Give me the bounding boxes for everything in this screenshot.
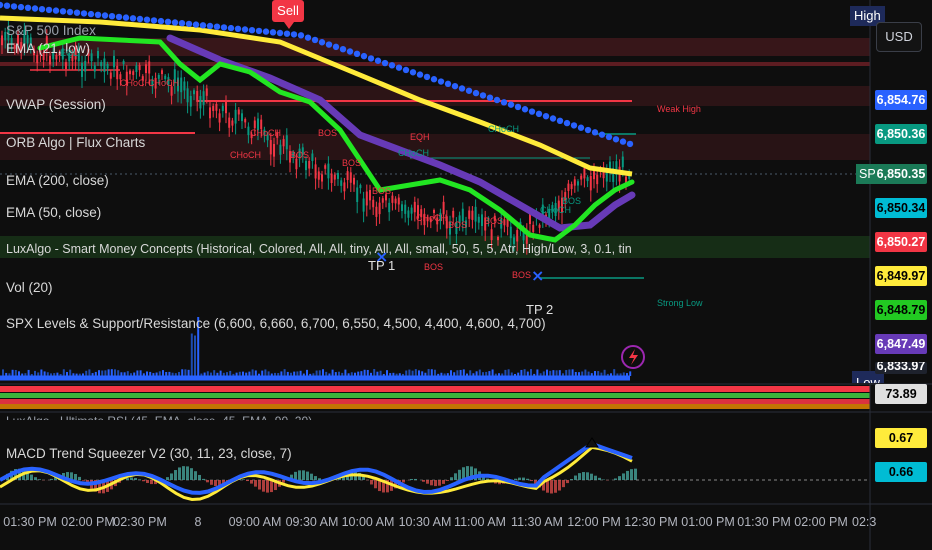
time-axis-label: 09:00 AM xyxy=(228,515,282,529)
smc-label: CHoCH xyxy=(398,148,430,158)
time-axis-label: 10:00 AM xyxy=(341,515,395,529)
smc-label: CHoCH xyxy=(120,78,152,88)
smc-label: CHoCH xyxy=(540,205,572,215)
price-tag: 6,850.34 xyxy=(875,198,927,218)
indicator-ema50-label[interactable]: EMA (50, close) xyxy=(6,204,101,222)
indicator-rsi-label[interactable]: LuxAlgo - Ultimate RSI (45, EMA, close, … xyxy=(6,412,312,420)
price-tag: 0.66 xyxy=(875,462,927,482)
smc-label: CHoCH xyxy=(148,78,180,88)
smc-label: CHoCH xyxy=(488,124,520,134)
smc-label: BOS xyxy=(318,128,338,138)
price-tag: 6,849.97 xyxy=(875,266,927,286)
smc-label: BOS xyxy=(448,220,468,230)
sell-signal-badge: Sell xyxy=(272,0,304,29)
smc-label: EQL xyxy=(60,48,79,58)
time-axis-label: 01:30 PM xyxy=(737,515,791,529)
weak-high-label: Weak High xyxy=(657,104,701,114)
price-tag: 6,854.76 xyxy=(875,90,927,110)
indicator-smc-label[interactable]: LuxAlgo - Smart Money Concepts (Historic… xyxy=(6,240,631,258)
time-axis-label: 11:30 AM xyxy=(511,515,563,529)
level-line-1 xyxy=(0,62,870,66)
smc-label: BOS xyxy=(512,270,532,280)
time-axis-label: 01:30 PM xyxy=(3,515,57,529)
price-tag: 6,850.36 xyxy=(875,124,927,144)
price-tag: 73.89 xyxy=(875,384,927,404)
time-axis-label: 09:30 AM xyxy=(285,515,339,529)
tp2-marker-icon: × xyxy=(531,266,544,285)
time-axis-label: 01:00 PM xyxy=(681,515,735,529)
rsi-band-red xyxy=(0,399,870,404)
time-axis-label: 10:30 AM xyxy=(398,515,452,529)
price-tag: 6,850.35 xyxy=(875,164,927,184)
time-axis-label: 02:00 PM xyxy=(61,515,115,529)
price-tag: 6,850.27 xyxy=(875,232,927,252)
smc-label: CHoCH xyxy=(230,150,262,160)
indicator-spx-levels-label[interactable]: SPX Levels & Support/Resistance (6,600, … xyxy=(6,315,546,333)
indicator-ema200-label[interactable]: EMA (200, close) xyxy=(6,172,109,190)
time-axis-label: 11:00 AM xyxy=(454,515,506,529)
time-axis-label: 02:30 PM xyxy=(113,515,167,529)
indicator-vol-label[interactable]: Vol (20) xyxy=(6,279,53,297)
smc-label: BOS xyxy=(484,216,504,226)
time-axis-label: 02:3 xyxy=(852,515,877,529)
smc-label: CHoCH xyxy=(416,213,448,223)
smc-label: EQH xyxy=(410,132,430,142)
price-tag: 6,847.49 xyxy=(875,334,927,354)
symbol-title[interactable]: S&P 500 Index xyxy=(6,22,96,40)
smc-label: BOS xyxy=(290,150,310,160)
smc-label: BOS xyxy=(562,196,582,206)
smc-label: BOS xyxy=(342,158,362,168)
currency-button[interactable]: USD xyxy=(876,22,922,52)
strong-low-label: Strong Low xyxy=(657,298,703,308)
indicator-vwap-label[interactable]: VWAP (Session) xyxy=(6,96,106,114)
time-axis-label: 12:00 PM xyxy=(567,515,621,529)
indicator-orb-label[interactable]: ORB Algo | Flux Charts xyxy=(6,134,145,152)
price-tag: 0.67 xyxy=(875,428,927,448)
macd-peak-marker xyxy=(585,437,599,448)
smc-label: BOS xyxy=(424,262,444,272)
time-axis-label: 02:00 PM xyxy=(794,515,848,529)
time-axis-label: 12:30 PM xyxy=(624,515,678,529)
time-axis-label: 8 xyxy=(194,515,202,529)
rsi-overbought-band xyxy=(0,386,870,392)
price-tag: 6,833.97 xyxy=(875,362,927,374)
rsi-band-orange xyxy=(0,404,870,409)
smc-label: CHoCH xyxy=(250,128,282,138)
tp2-label: TP 2 xyxy=(526,302,554,317)
rsi-band-green xyxy=(0,393,870,398)
tp1-label: TP 1 xyxy=(368,258,396,273)
price-tag: 6,848.79 xyxy=(875,300,927,320)
smc-label: BOS xyxy=(372,186,392,196)
indicator-macd-label[interactable]: MACD Trend Squeezer V2 (30, 11, 23, clos… xyxy=(6,445,292,463)
